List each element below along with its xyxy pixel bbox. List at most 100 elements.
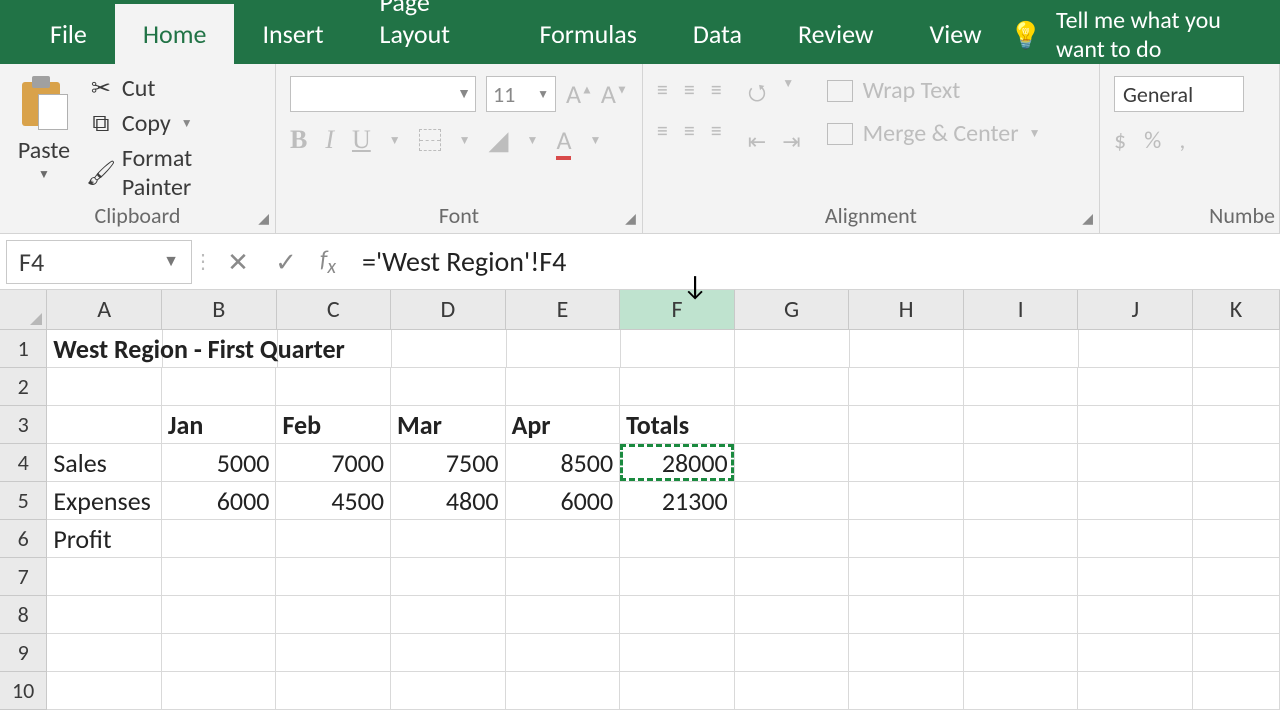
cell-h2[interactable] [849,368,964,406]
cell-c6[interactable] [276,520,391,558]
col-header-a[interactable]: A [47,290,162,330]
merge-center-button[interactable]: Merge & Center ▼ [827,119,1041,148]
cell[interactable] [391,558,506,596]
orientation-button[interactable]: ⭯ [748,76,767,114]
cell-j1[interactable] [1079,330,1193,368]
cell[interactable] [1193,558,1280,596]
copy-button[interactable]: ⧉ Copy ▼ [90,109,261,138]
accounting-format-button[interactable]: $ [1114,126,1126,155]
cell-d3[interactable]: Mar [391,406,506,444]
cell-g3[interactable] [735,406,850,444]
row-header[interactable]: 1 [0,330,47,368]
copy-menu-arrow[interactable]: ▼ [181,116,193,131]
align-center-icon[interactable]: ≡ [684,117,695,144]
row-header[interactable]: 9 [0,634,47,672]
cell[interactable] [620,672,735,710]
cell[interactable] [1193,672,1280,710]
tab-data[interactable]: Data [665,4,770,64]
cell-f3[interactable]: Totals [620,406,735,444]
cell-d2[interactable] [391,368,506,406]
cell[interactable] [506,558,621,596]
cell-j3[interactable] [1078,406,1193,444]
cell-d4[interactable]: 7500 [391,444,506,482]
cell-c2[interactable] [276,368,391,406]
cell[interactable] [1078,596,1193,634]
tab-review[interactable]: Review [770,4,902,64]
cell[interactable] [735,672,850,710]
align-top-icon[interactable]: ≡ [657,76,668,103]
select-all-button[interactable] [0,290,47,330]
cell[interactable] [47,634,162,672]
cell-j2[interactable] [1078,368,1193,406]
row-header[interactable]: 10 [0,672,47,710]
chevron-down-icon[interactable]: ▼ [527,133,539,148]
cell-a3[interactable] [47,406,162,444]
col-header-e[interactable]: E [506,290,621,330]
cell-i6[interactable] [964,520,1079,558]
cell-e1[interactable] [507,330,621,368]
cell[interactable] [162,596,277,634]
cell[interactable] [1193,634,1280,672]
cell-f1[interactable] [621,330,735,368]
align-left-icon[interactable]: ≡ [657,117,668,144]
tell-me[interactable]: 💡 Tell me what you want to do [1010,6,1280,64]
cell[interactable] [849,596,964,634]
font-name-select[interactable]: ▼ [290,76,476,112]
paste-menu-arrow[interactable]: ▼ [38,167,50,182]
formula-bar[interactable]: ='West Region'!F4 [346,244,1280,279]
cell-f5[interactable]: 21300 [620,482,735,520]
cell-j5[interactable] [1078,482,1193,520]
cell-g5[interactable] [735,482,850,520]
alignment-launcher-icon[interactable]: ◢ [1082,210,1093,227]
cell-d5[interactable]: 4800 [391,482,506,520]
chevron-down-icon[interactable]: ▼ [1029,126,1041,141]
cell[interactable] [735,634,850,672]
cell[interactable] [276,672,391,710]
cell[interactable] [964,672,1079,710]
cell[interactable] [849,672,964,710]
cell[interactable] [391,634,506,672]
col-header-i[interactable]: I [964,290,1079,330]
cell-e6[interactable] [506,520,621,558]
chevron-down-icon[interactable]: ▼ [782,76,794,114]
cell-f4[interactable]: 28000 [620,444,735,482]
format-painter-button[interactable]: 🖌 Format Painter [90,144,261,202]
col-header-h[interactable]: H [849,290,964,330]
cell-c4[interactable]: 7000 [276,444,391,482]
cell[interactable] [1078,672,1193,710]
cancel-button[interactable]: ✕ [214,246,262,278]
tab-page-layout[interactable]: Page Layout [352,0,512,64]
cut-button[interactable]: ✂ Cut [90,74,261,103]
paste-button[interactable]: Paste ▼ [14,70,74,198]
chevron-down-icon[interactable]: ▼ [389,133,401,148]
name-box[interactable]: F4 ▼ [6,240,192,284]
cell[interactable] [735,558,850,596]
cell-i3[interactable] [964,406,1079,444]
cell[interactable] [964,634,1079,672]
cell-g1[interactable] [735,330,849,368]
increase-indent-icon[interactable]: ⇥ [782,128,800,155]
cell-i1[interactable] [964,330,1078,368]
col-header-b[interactable]: B [162,290,277,330]
cell[interactable] [735,596,850,634]
cell-c5[interactable]: 4500 [276,482,391,520]
tab-formulas[interactable]: Formulas [511,4,664,64]
cell-b5[interactable]: 6000 [162,482,277,520]
tab-view[interactable]: View [902,4,1010,64]
row-header[interactable]: 8 [0,596,47,634]
cell-f2[interactable] [620,368,735,406]
row-header[interactable]: 7 [0,558,47,596]
cell[interactable] [964,596,1079,634]
col-header-k[interactable]: K [1193,290,1280,330]
cell-c3[interactable]: Feb [276,406,391,444]
cell-i4[interactable] [964,444,1079,482]
cell-j4[interactable] [1078,444,1193,482]
chevron-down-icon[interactable]: ▼ [589,133,601,148]
cell[interactable] [47,672,162,710]
cell-f6[interactable] [620,520,735,558]
col-header-g[interactable]: G [735,290,850,330]
cell-e2[interactable] [506,368,621,406]
cell[interactable] [506,634,621,672]
cell-e5[interactable]: 6000 [506,482,621,520]
cell[interactable] [620,558,735,596]
